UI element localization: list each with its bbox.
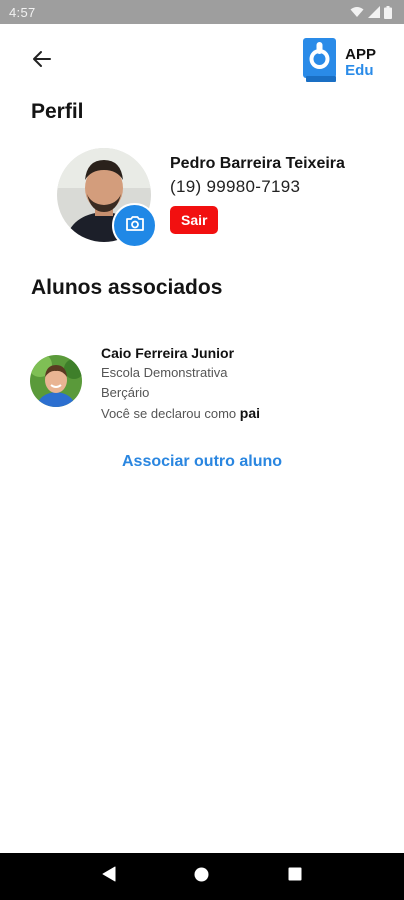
wifi-icon xyxy=(350,6,364,18)
arrow-left-icon xyxy=(32,50,52,73)
camera-icon xyxy=(125,215,145,237)
status-icons xyxy=(350,5,392,19)
nav-recents-button[interactable] xyxy=(275,857,315,897)
logo-text: APP Edu xyxy=(345,45,376,79)
profile-avatar-container xyxy=(57,148,157,248)
student-list-item[interactable]: Caio Ferreira Junior Escola Demonstrativ… xyxy=(30,343,380,427)
signal-icon xyxy=(368,6,380,18)
logo-line1: APP xyxy=(345,45,376,63)
associate-student-link[interactable]: Associar outro aluno xyxy=(0,453,404,471)
app-header: APP Edu xyxy=(0,24,404,96)
status-time: 4:57 xyxy=(9,4,36,20)
logout-button[interactable]: Sair xyxy=(170,206,219,234)
battery-icon xyxy=(384,5,392,19)
nav-recents-icon xyxy=(288,867,302,886)
students-section-title: Alunos associados xyxy=(31,276,223,299)
nav-home-button[interactable] xyxy=(182,857,222,897)
back-button[interactable] xyxy=(27,47,57,75)
student-relation-prefix: Você se declarou como xyxy=(101,406,237,421)
app-logo: APP Edu xyxy=(303,38,376,87)
profile-name: Pedro Barreira Teixeira xyxy=(170,155,345,172)
student-relation-line: Você se declarou como pai xyxy=(101,403,260,424)
nav-back-icon xyxy=(102,866,116,887)
system-nav-bar xyxy=(0,853,404,900)
student-relation: pai xyxy=(239,405,260,421)
nav-home-icon xyxy=(194,867,209,887)
profile-section-title: Perfil xyxy=(31,100,84,123)
student-name: Caio Ferreira Junior xyxy=(101,345,235,361)
profile-info: Pedro Barreira Teixeira (19) 99980-7193 … xyxy=(170,155,345,234)
app-logo-icon xyxy=(303,38,337,87)
student-school: Escola Demonstrativa xyxy=(101,365,228,380)
status-bar: 4:57 xyxy=(0,0,404,24)
student-info: Caio Ferreira Junior Escola Demonstrativ… xyxy=(101,343,260,424)
nav-back-button[interactable] xyxy=(89,857,129,897)
logo-line2: Edu xyxy=(345,61,374,79)
change-photo-button[interactable] xyxy=(112,203,157,248)
profile-phone: (19) 99980-7193 xyxy=(170,177,301,196)
student-class: Berçário xyxy=(101,385,150,400)
student-avatar xyxy=(30,355,82,407)
